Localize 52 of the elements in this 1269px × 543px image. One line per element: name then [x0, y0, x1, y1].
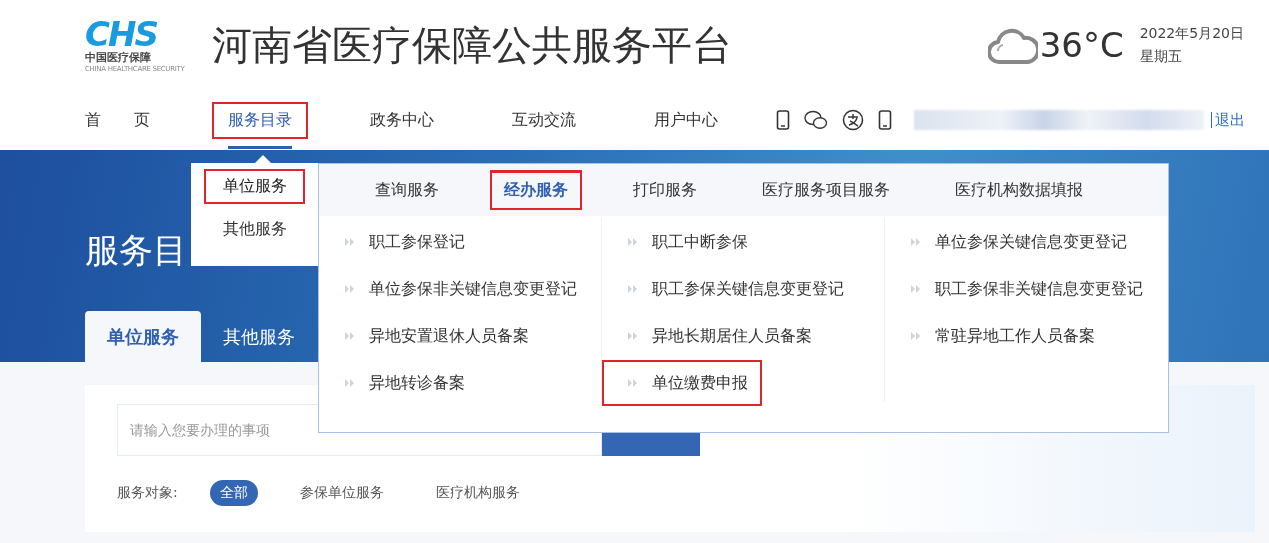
double-arrow-icon: [911, 237, 921, 247]
menu-tab[interactable]: 经办服务: [490, 170, 582, 210]
double-arrow-icon: [345, 237, 355, 247]
date-text: 2022年5月20日: [1139, 24, 1244, 43]
menu-item[interactable]: 职工中断参保: [602, 219, 762, 265]
double-arrow-icon: [911, 331, 921, 341]
menu-tab[interactable]: 打印服务: [619, 170, 711, 210]
filter-option[interactable]: 全部: [209, 480, 258, 506]
double-arrow-icon: [911, 284, 921, 294]
menu-item[interactable]: 异地转诊备案: [319, 360, 479, 406]
logo-mark: CHS: [85, 16, 157, 51]
category-tab[interactable]: 其他服务: [201, 311, 317, 362]
double-arrow-icon: [345, 378, 355, 388]
menu-item[interactable]: 常驻异地工作人员备案: [885, 313, 1109, 359]
phone-icon[interactable]: [878, 110, 893, 130]
menu-tab[interactable]: 医疗服务项目服务: [748, 170, 904, 210]
double-arrow-icon: [628, 237, 638, 247]
double-arrow-icon: [628, 378, 638, 388]
payment-icon[interactable]: [842, 109, 865, 131]
temperature: 36°C: [1039, 25, 1124, 65]
menu-item[interactable]: 职工参保登记: [319, 219, 479, 265]
weekday-text: 星期五: [1139, 47, 1183, 66]
filter-option[interactable]: 医疗机构服务: [425, 480, 530, 506]
wechat-icon[interactable]: [804, 110, 829, 130]
menu-item[interactable]: 职工参保关键信息变更登记: [602, 266, 858, 312]
logo-caption: 中国医疗保障: [85, 50, 151, 65]
menu-tab[interactable]: 医疗机构数据填报: [941, 170, 1097, 210]
double-arrow-icon: [628, 331, 638, 341]
site-title: 河南省医疗保障公共服务平台: [212, 20, 732, 70]
active-underline: [228, 145, 293, 149]
menu-tab[interactable]: 查询服务: [361, 170, 453, 210]
menu-item[interactable]: 异地安置退休人员备案: [319, 313, 543, 359]
menu-item[interactable]: 单位参保关键信息变更登记: [885, 219, 1141, 265]
menu-item[interactable]: 单位缴费申报: [602, 360, 762, 406]
submenu-item[interactable]: 单位服务: [204, 169, 305, 204]
menu-item[interactable]: 异地长期居住人员备案: [602, 313, 826, 359]
menu-item[interactable]: 职工参保非关键信息变更登记: [885, 266, 1157, 312]
double-arrow-icon: [628, 284, 638, 294]
filter-option[interactable]: 参保单位服务: [289, 480, 394, 506]
nav-item[interactable]: 首 页: [69, 101, 167, 139]
nav-item[interactable]: 互动交流: [496, 101, 593, 139]
banner-heading: 服务目: [85, 229, 187, 272]
logout-link[interactable]: 退出: [1211, 112, 1246, 128]
nav-item[interactable]: 用户中心: [638, 101, 735, 139]
category-tab[interactable]: 单位服务: [85, 311, 201, 362]
double-arrow-icon: [345, 331, 355, 341]
submenu-item[interactable]: 其他服务: [204, 212, 305, 247]
nav-item[interactable]: 政务中心: [354, 101, 451, 139]
menu-item[interactable]: 单位参保非关键信息变更登记: [319, 266, 591, 312]
phone-icon[interactable]: [776, 110, 791, 130]
filter-label: 服务对象:: [117, 484, 178, 502]
double-arrow-icon: [345, 284, 355, 294]
